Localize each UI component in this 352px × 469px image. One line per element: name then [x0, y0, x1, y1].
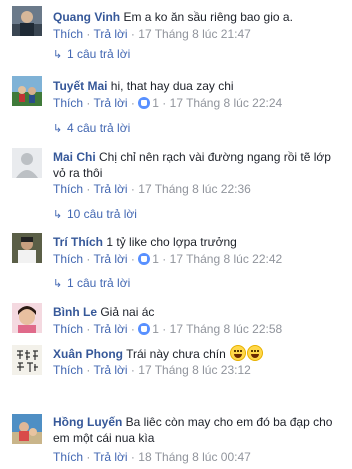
separator: ·	[130, 450, 135, 464]
separator: ·	[86, 450, 91, 464]
comment-timestamp[interactable]: 17 Tháng 8 lúc 22:24	[170, 96, 283, 110]
like-link[interactable]: Thích	[53, 363, 83, 377]
like-link[interactable]: Thích	[53, 27, 83, 41]
comment-author[interactable]: Trí Thích	[53, 235, 103, 249]
comment-timestamp[interactable]: 17 Tháng 8 lúc 21:47	[138, 27, 251, 41]
reply-link[interactable]: Trả lời	[93, 363, 127, 377]
reply-link[interactable]: Trả lời	[93, 450, 127, 464]
reply-arrow-icon: ↳	[53, 49, 63, 61]
like-count[interactable]: 1	[152, 252, 159, 266]
separator: ·	[86, 322, 91, 336]
like-reaction-icon	[138, 323, 151, 335]
separator: ·	[130, 252, 135, 266]
reply-link[interactable]: Trả lời	[93, 96, 127, 110]
separator: ·	[86, 96, 91, 110]
separator: ·	[86, 182, 91, 196]
separator: ·	[86, 252, 91, 266]
reply-link[interactable]: Trả lời	[93, 182, 127, 196]
laughing-emoji-icon	[230, 345, 247, 361]
like-link[interactable]: Thích	[53, 322, 83, 336]
reply-arrow-icon: ↳	[53, 209, 63, 221]
separator: ·	[130, 182, 135, 196]
comment-author[interactable]: Tuyết Mai	[53, 79, 107, 93]
comment-text: Em a ko ăn sầu riêng bao gio a.	[123, 10, 293, 24]
avatar[interactable]	[12, 345, 42, 375]
comment-timestamp[interactable]: 17 Tháng 8 lúc 23:12	[138, 363, 251, 377]
like-link[interactable]: Thích	[53, 450, 83, 464]
comment-author[interactable]: Mai Chi	[53, 150, 96, 164]
separator: ·	[162, 252, 167, 266]
reply-link[interactable]: Trả lời	[93, 322, 127, 336]
comment-timestamp[interactable]: 18 Tháng 8 lúc 00:47	[138, 450, 251, 464]
reply-arrow-icon: ↳	[53, 278, 63, 290]
avatar[interactable]	[12, 233, 42, 263]
avatar[interactable]	[12, 303, 42, 333]
view-replies-link[interactable]: ↳ 1 câu trả lời	[53, 276, 130, 291]
replies-count: 1 câu trả lời	[67, 47, 131, 61]
reply-link[interactable]: Trả lời	[93, 27, 127, 41]
separator: ·	[162, 96, 167, 110]
separator: ·	[86, 27, 91, 41]
comment-author[interactable]: Xuân Phong	[53, 347, 123, 361]
avatar[interactable]	[12, 6, 42, 36]
comment-timestamp[interactable]: 17 Tháng 8 lúc 22:36	[138, 182, 251, 196]
separator: ·	[130, 322, 135, 336]
like-count[interactable]: 1	[152, 96, 159, 110]
replies-count: 1 câu trả lời	[67, 276, 131, 290]
avatar[interactable]	[12, 148, 42, 178]
view-replies-link[interactable]: ↳ 10 câu trả lời	[53, 207, 137, 222]
comment-text: Trái này chưa chín	[126, 347, 226, 361]
separator: ·	[130, 96, 135, 110]
comment-author[interactable]: Hồng Luyến	[53, 415, 122, 429]
laughing-emoji-icon	[247, 345, 264, 361]
replies-count: 4 câu trả lời	[67, 121, 131, 135]
comment-text: Giả nai ác	[100, 305, 155, 319]
avatar[interactable]	[12, 414, 42, 444]
avatar[interactable]	[12, 76, 42, 106]
separator: ·	[130, 27, 135, 41]
comment-author[interactable]: Quang Vinh	[53, 10, 120, 24]
view-replies-link[interactable]: ↳ 1 câu trả lời	[53, 47, 130, 62]
comment-text: 1 tỷ like cho lợpa trưởng	[106, 235, 237, 249]
like-count[interactable]: 1	[152, 322, 159, 336]
separator: ·	[162, 322, 167, 336]
like-link[interactable]: Thích	[53, 96, 83, 110]
reply-arrow-icon: ↳	[53, 123, 63, 135]
like-reaction-icon	[138, 253, 151, 265]
like-reaction-icon	[138, 97, 151, 109]
comment-text: hi, that hay dua zay chi	[110, 79, 234, 93]
like-link[interactable]: Thích	[53, 252, 83, 266]
separator: ·	[130, 363, 135, 377]
view-replies-link[interactable]: ↳ 4 câu trả lời	[53, 121, 130, 136]
separator: ·	[86, 363, 91, 377]
comment-timestamp[interactable]: 17 Tháng 8 lúc 22:42	[170, 252, 283, 266]
replies-count: 10 câu trả lời	[67, 207, 137, 221]
reply-link[interactable]: Trả lời	[93, 252, 127, 266]
comment-author[interactable]: Bình Le	[53, 305, 97, 319]
comment-timestamp[interactable]: 17 Tháng 8 lúc 22:58	[170, 322, 283, 336]
like-link[interactable]: Thích	[53, 182, 83, 196]
